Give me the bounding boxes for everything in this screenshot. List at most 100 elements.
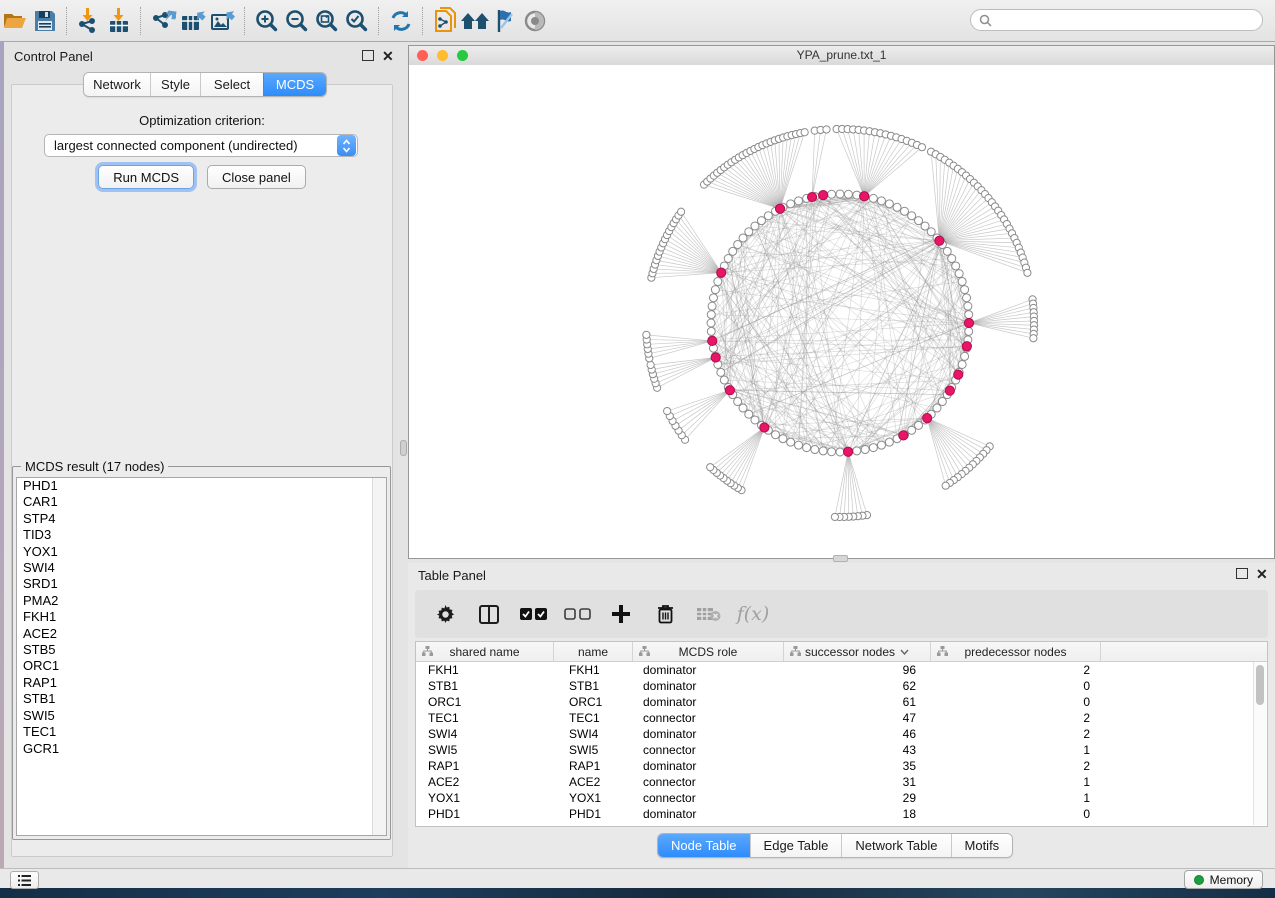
- mcds-result-item[interactable]: SRD1: [17, 576, 386, 592]
- table-cell[interactable]: 47: [784, 710, 931, 726]
- network-node[interactable]: [707, 311, 715, 319]
- network-node[interactable]: [963, 294, 971, 302]
- table-cell[interactable]: 2: [931, 758, 1101, 774]
- network-node[interactable]: [961, 352, 969, 360]
- mcds-hub-node[interactable]: [775, 204, 784, 213]
- satellite-node[interactable]: [801, 129, 808, 136]
- satellite-node[interactable]: [918, 144, 925, 151]
- export-table-icon[interactable]: [178, 6, 208, 36]
- table-cell[interactable]: STB1: [554, 678, 633, 694]
- network-node[interactable]: [709, 294, 717, 302]
- mcds-hub-node[interactable]: [717, 268, 726, 277]
- table-cell[interactable]: 61: [784, 694, 931, 710]
- network-node[interactable]: [877, 197, 885, 205]
- table-row[interactable]: TEC1TEC1connector472: [416, 710, 1267, 726]
- satellite-node[interactable]: [823, 126, 830, 133]
- table-row[interactable]: YOX1YOX1connector291: [416, 790, 1267, 806]
- table-scrollbar[interactable]: [1253, 662, 1266, 825]
- network-window-titlebar[interactable]: YPA_prune.txt_1: [409, 46, 1274, 66]
- network-node[interactable]: [952, 262, 960, 270]
- column-header-name[interactable]: name: [554, 642, 633, 661]
- table-row[interactable]: FKH1FKH1dominator962: [416, 662, 1267, 678]
- table-cell[interactable]: 1: [931, 790, 1101, 806]
- table-cell[interactable]: 43: [784, 742, 931, 758]
- close-panel-icon[interactable]: ✕: [382, 50, 394, 62]
- mcds-result-item[interactable]: STB5: [17, 642, 386, 658]
- network-node[interactable]: [764, 212, 772, 220]
- network-node[interactable]: [819, 447, 827, 455]
- table-cell[interactable]: 96: [784, 662, 931, 678]
- network-node[interactable]: [885, 200, 893, 208]
- table-cell[interactable]: TEC1: [554, 710, 633, 726]
- table-cell[interactable]: connector: [633, 790, 784, 806]
- column-header-successor-nodes[interactable]: successor nodes: [784, 642, 931, 661]
- tab-network-table[interactable]: Network Table: [841, 834, 950, 857]
- table-cell[interactable]: SWI4: [554, 726, 633, 742]
- table-cell[interactable]: SWI5: [554, 742, 633, 758]
- table-cell[interactable]: YOX1: [416, 790, 554, 806]
- column-header-shared-name[interactable]: shared name: [416, 642, 554, 661]
- network-node[interactable]: [803, 444, 811, 452]
- import-network-icon[interactable]: [74, 6, 104, 36]
- network-node[interactable]: [828, 448, 836, 456]
- criterion-dropdown[interactable]: largest connected component (undirected): [44, 134, 358, 157]
- network-node[interactable]: [965, 327, 973, 335]
- table-row[interactable]: ORC1ORC1dominator610: [416, 694, 1267, 710]
- table-cell[interactable]: dominator: [633, 758, 784, 774]
- table-cell[interactable]: connector: [633, 710, 784, 726]
- network-node[interactable]: [772, 431, 780, 439]
- column-header-mcds-role[interactable]: MCDS role: [633, 642, 784, 661]
- table-row[interactable]: STB1STB1dominator620: [416, 678, 1267, 694]
- network-node[interactable]: [787, 200, 795, 208]
- delete-table-icon[interactable]: [687, 607, 731, 622]
- mcds-hub-node[interactable]: [962, 342, 971, 351]
- satellite-node[interactable]: [677, 208, 684, 215]
- network-node[interactable]: [751, 222, 759, 230]
- network-node[interactable]: [734, 240, 742, 248]
- network-node[interactable]: [707, 327, 715, 335]
- network-node[interactable]: [739, 404, 747, 412]
- table-cell[interactable]: 46: [784, 726, 931, 742]
- network-node[interactable]: [757, 217, 765, 225]
- satellite-node[interactable]: [647, 361, 654, 368]
- table-cell[interactable]: YOX1: [554, 790, 633, 806]
- network-node[interactable]: [938, 398, 946, 406]
- table-cell[interactable]: FKH1: [416, 662, 554, 678]
- network-node[interactable]: [720, 376, 728, 384]
- network-node[interactable]: [707, 319, 715, 327]
- network-node[interactable]: [885, 438, 893, 446]
- mcds-hub-node[interactable]: [807, 192, 816, 201]
- select-all-columns-icon[interactable]: [511, 608, 555, 620]
- add-column-icon[interactable]: [599, 605, 643, 623]
- delete-column-icon[interactable]: [643, 604, 687, 624]
- network-node[interactable]: [869, 444, 877, 452]
- mcds-result-item[interactable]: ACE2: [17, 626, 386, 642]
- mcds-result-list[interactable]: PHD1CAR1STP4TID3YOX1SWI4SRD1PMA2FKH1ACE2…: [16, 477, 387, 836]
- tab-network[interactable]: Network: [84, 73, 150, 96]
- network-node[interactable]: [795, 441, 803, 449]
- table-cell[interactable]: 62: [784, 678, 931, 694]
- mcds-result-item[interactable]: PMA2: [17, 593, 386, 609]
- mcds-hub-node[interactable]: [935, 236, 944, 245]
- table-cell[interactable]: FKH1: [554, 662, 633, 678]
- satellite-node[interactable]: [831, 513, 838, 520]
- mcds-hub-node[interactable]: [954, 370, 963, 379]
- network-node[interactable]: [908, 426, 916, 434]
- table-cell[interactable]: dominator: [633, 662, 784, 678]
- hide-selected-icon[interactable]: [490, 6, 520, 36]
- mcds-result-item[interactable]: GCR1: [17, 741, 386, 757]
- export-image-icon[interactable]: [208, 6, 238, 36]
- import-table-icon[interactable]: [104, 6, 134, 36]
- network-node[interactable]: [844, 190, 852, 198]
- table-cell[interactable]: 2: [931, 662, 1101, 678]
- network-node[interactable]: [877, 441, 885, 449]
- network-node[interactable]: [724, 255, 732, 263]
- mcds-hub-node[interactable]: [760, 423, 769, 432]
- table-cell[interactable]: RAP1: [554, 758, 633, 774]
- zoom-out-icon[interactable]: [282, 6, 312, 36]
- apply-layout-icon[interactable]: [386, 6, 416, 36]
- network-node[interactable]: [958, 278, 966, 286]
- mcds-result-item[interactable]: PHD1: [17, 478, 386, 494]
- network-node[interactable]: [836, 448, 844, 456]
- run-mcds-button[interactable]: Run MCDS: [98, 165, 194, 189]
